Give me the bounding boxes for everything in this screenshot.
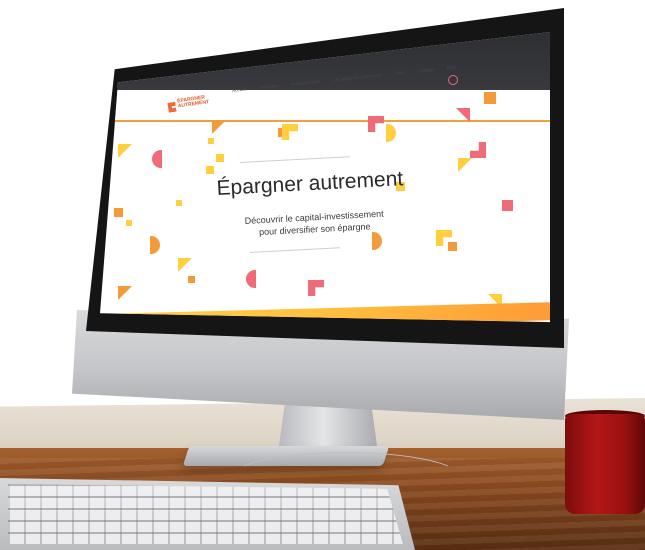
- decor-ell: [308, 280, 324, 296]
- decor-square: [126, 220, 132, 226]
- red-mug: [565, 414, 645, 514]
- hero-title: Épargner autrement: [216, 167, 404, 200]
- decor-ell: [470, 142, 486, 158]
- decor-triangle: [118, 286, 132, 300]
- decor-square: [216, 154, 224, 162]
- decor-triangle: [178, 258, 192, 272]
- decor-semicircle: [152, 150, 162, 168]
- nav-item-faq[interactable]: FAQ: [447, 65, 456, 71]
- decor-semicircle: [246, 270, 256, 288]
- decor-semicircle: [386, 124, 396, 142]
- decor-square: [484, 92, 496, 104]
- decor-triangle: [458, 158, 472, 172]
- nav-item-lexique[interactable]: Lexique: [418, 67, 434, 74]
- decor-triangle: [212, 120, 226, 134]
- nav-item-accueil[interactable]: Accueil: [232, 87, 247, 93]
- nav-item-se-lancer[interactable]: Se lancer: [259, 83, 278, 90]
- hero-rule-bottom: [250, 247, 340, 253]
- decor-ell: [368, 116, 384, 132]
- decor-square: [206, 166, 214, 174]
- hero-rule-top: [240, 156, 350, 163]
- decor-square: [448, 242, 457, 251]
- decor-ell: [282, 124, 298, 140]
- decor-square: [502, 200, 513, 211]
- desk-scene: ÉPARGNER AUTREMENT Accueil Se lancer Inv…: [0, 0, 645, 550]
- brand-mark-icon: [167, 102, 176, 113]
- decor-triangle: [118, 144, 132, 158]
- decor-square: [208, 138, 214, 144]
- decor-semicircle: [150, 236, 160, 254]
- apple-logo-icon: [262, 362, 282, 386]
- nav-item-vous[interactable]: Vous: [395, 70, 405, 76]
- brand-name: ÉPARGNER AUTREMENT: [176, 94, 210, 110]
- decor-square: [176, 200, 182, 206]
- decor-square: [114, 208, 123, 217]
- keyboard-key-rows: [8, 484, 403, 544]
- decor-semicircle: [372, 232, 382, 250]
- decor-square: [188, 276, 195, 283]
